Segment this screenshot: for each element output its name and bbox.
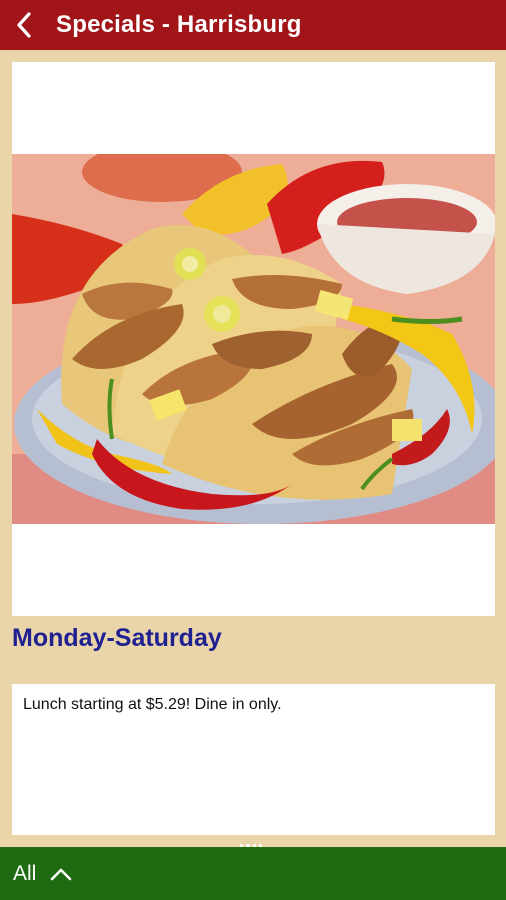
special-image-card [12,62,495,616]
app-bar: Specials - Harrisburg [0,0,506,50]
special-photo [12,154,495,524]
special-description: Lunch starting at $5.29! Dine in only. [23,696,282,713]
bottom-filter-bar[interactable]: All [0,847,506,900]
back-button[interactable] [2,0,46,50]
page-title: Specials - Harrisburg [56,11,302,38]
expand-button[interactable] [50,867,72,881]
taco-illustration [12,154,495,524]
special-heading: Monday-Saturday [12,624,222,652]
chevron-up-icon [51,868,72,880]
chevron-left-icon [17,12,31,38]
special-description-card: Lunch starting at $5.29! Dine in only. [12,684,495,835]
filter-label[interactable]: All [13,862,36,886]
